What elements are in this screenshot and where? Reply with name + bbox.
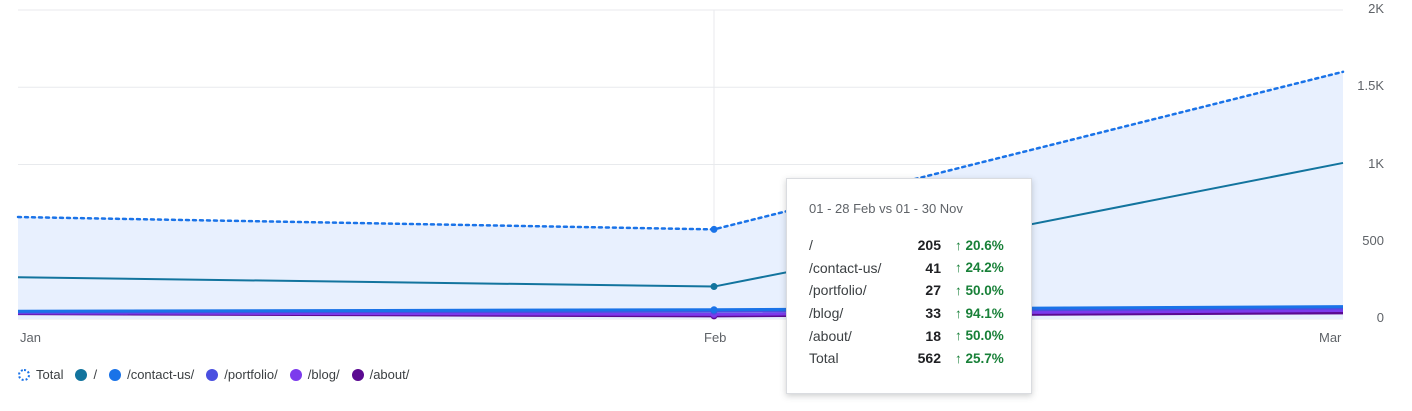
legend-label: /about/ xyxy=(369,367,410,382)
y-tick-label: 1K xyxy=(1368,155,1384,171)
y-tick-label: 1.5K xyxy=(1357,78,1384,94)
chart-legend: Total / /contact-us/ /portfolio/ /blog/ … xyxy=(18,367,421,382)
legend-dot-icon xyxy=(75,368,88,381)
series-area-total xyxy=(18,71,1343,319)
tooltip-row-change: ↑ 25.7% xyxy=(955,350,1004,366)
legend-item-blog[interactable]: /blog/ xyxy=(289,367,340,382)
x-tick-label: Jan xyxy=(20,330,41,345)
tooltip-row-value: 18 xyxy=(925,327,941,344)
legend-dot-icon xyxy=(289,368,302,381)
legend-dot-icon xyxy=(109,368,122,381)
tooltip-row: /portfolio/ 27 ↑ 50.0% xyxy=(809,279,1009,302)
x-tick-label: Mar xyxy=(1319,330,1342,345)
tooltip-row-label: /blog/ xyxy=(809,305,844,322)
tooltip-row-label: / xyxy=(809,237,813,254)
chart-tooltip: 01 - 28 Feb vs 01 - 30 Nov / 205 ↑ 20.6%… xyxy=(786,178,1032,394)
series-point xyxy=(710,225,718,233)
y-tick-label: 2K xyxy=(1368,1,1384,16)
tooltip-row-change: ↑ 24.2% xyxy=(955,260,1004,276)
legend-dot-icon xyxy=(351,368,364,381)
legend-label: /portfolio/ xyxy=(224,367,278,382)
legend-label: / xyxy=(93,367,98,382)
tooltip-row: / 205 ↑ 20.6% xyxy=(809,234,1009,257)
tooltip-row-label: /about/ xyxy=(809,327,852,344)
series-point xyxy=(710,283,718,291)
y-tick-label: 500 xyxy=(1362,232,1384,248)
tooltip-row: /contact-us/ 41 ↑ 24.2% xyxy=(809,257,1009,280)
legend-dot-icon xyxy=(18,368,30,381)
tooltip-row-label: /portfolio/ xyxy=(809,282,867,299)
tooltip-row-value: 33 xyxy=(925,305,941,322)
series-point xyxy=(710,306,718,314)
tooltip-row: Total 562 ↑ 25.7% xyxy=(809,347,1009,370)
tooltip-row-value: 41 xyxy=(925,259,941,276)
tooltip-row-change: ↑ 94.1% xyxy=(955,305,1004,321)
legend-label: /contact-us/ xyxy=(127,367,195,382)
chart-plot-area xyxy=(16,9,1345,320)
legend-item-home[interactable]: / xyxy=(75,367,97,382)
tooltip-title: 01 - 28 Feb vs 01 - 30 Nov xyxy=(809,201,963,216)
tooltip-row-value: 27 xyxy=(925,282,941,299)
tooltip-row: /blog/ 33 ↑ 94.1% xyxy=(809,302,1009,325)
legend-item-contact-us[interactable]: /contact-us/ xyxy=(109,367,194,382)
tooltip-row-change: ↑ 50.0% xyxy=(955,282,1004,298)
legend-item-portfolio[interactable]: /portfolio/ xyxy=(206,367,278,382)
legend-label: /blog/ xyxy=(307,367,340,382)
tooltip-row-change: ↑ 20.6% xyxy=(955,237,1004,253)
legend-dot-icon xyxy=(206,368,219,381)
legend-item-about[interactable]: /about/ xyxy=(351,367,410,382)
tooltip-row-label: /contact-us/ xyxy=(809,259,882,276)
tooltip-row: /about/ 18 ↑ 50.0% xyxy=(809,324,1009,347)
tooltip-row-value: 205 xyxy=(917,237,941,254)
y-tick-label: 0 xyxy=(1376,310,1384,325)
tooltip-row-change: ↑ 50.0% xyxy=(955,328,1004,344)
x-tick-label: Feb xyxy=(704,330,727,345)
legend-item-total[interactable]: Total xyxy=(18,367,63,382)
tooltip-row-label: Total xyxy=(809,350,839,367)
tooltip-row-value: 562 xyxy=(917,350,941,367)
legend-label: Total xyxy=(36,367,64,382)
